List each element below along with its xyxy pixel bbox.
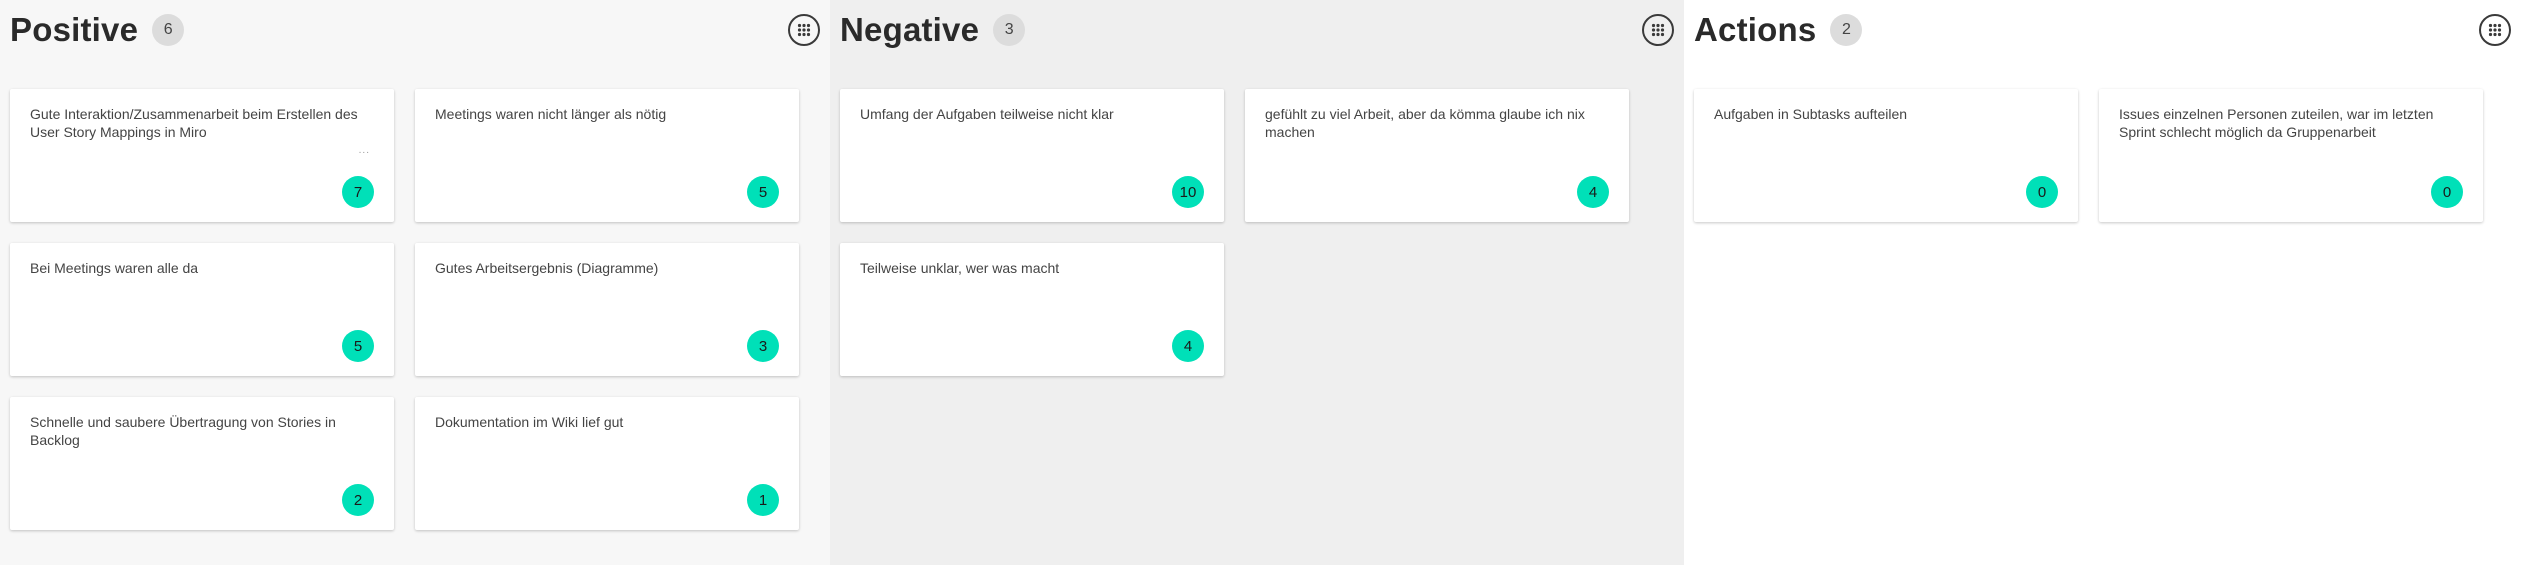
card-text: Umfang der Aufgaben teilweise nicht klar <box>860 106 1114 122</box>
card-text: Schnelle und saubere Übertragung von Sto… <box>30 414 336 448</box>
grid-menu-icon <box>2488 23 2502 37</box>
vote-badge[interactable]: 5 <box>342 330 374 362</box>
vote-badge[interactable]: 0 <box>2026 176 2058 208</box>
column-positive: Positive 6 Gute Interaktion/Zusammenarbe… <box>0 0 830 565</box>
card-text: Aufgaben in Subtasks aufteilen <box>1714 106 1908 122</box>
retro-card[interactable]: Umfang der Aufgaben teilweise nicht klar… <box>840 89 1224 222</box>
card-count-badge: 3 <box>993 14 1026 46</box>
column-header: Positive 6 <box>10 8 820 52</box>
vote-badge[interactable]: 10 <box>1172 176 1204 208</box>
column-actions: Actions 2 Aufgaben in Subtasks aufteilen… <box>1684 0 2521 565</box>
vote-badge[interactable]: 1 <box>747 484 779 516</box>
grid-menu-icon <box>797 23 811 37</box>
card-text: Issues einzelnen Personen zuteilen, war … <box>2119 106 2434 140</box>
card-list: Aufgaben in Subtasks aufteilen 0 Issues … <box>1694 89 2483 222</box>
vote-badge[interactable]: 4 <box>1172 330 1204 362</box>
card-count-badge: 2 <box>1830 14 1863 46</box>
retro-card[interactable]: Bei Meetings waren alle da 5 <box>10 243 394 376</box>
column-title: Actions <box>1694 11 1817 48</box>
column-header: Actions 2 <box>1694 8 2511 52</box>
retro-board: Positive 6 Gute Interaktion/Zusammenarbe… <box>0 0 2521 565</box>
vote-badge[interactable]: 7 <box>342 176 374 208</box>
grid-menu-icon <box>1651 23 1665 37</box>
column-title: Positive <box>10 11 139 48</box>
vote-badge[interactable]: 2 <box>342 484 374 516</box>
column-menu-button[interactable] <box>1642 14 1674 46</box>
card-text: Gute Interaktion/Zusammenarbeit beim Ers… <box>30 106 358 140</box>
vote-badge[interactable]: 0 <box>2431 176 2463 208</box>
card-text: Meetings waren nicht länger als nötig <box>435 106 667 122</box>
retro-card[interactable]: Meetings waren nicht länger als nötig 5 <box>415 89 799 222</box>
retro-card[interactable]: Gutes Arbeitsergebnis (Diagramme) 3 <box>415 243 799 376</box>
card-text: gefühlt zu viel Arbeit, aber da kömma gl… <box>1265 106 1585 140</box>
retro-card[interactable]: Teilweise unklar, wer was macht 4 <box>840 243 1224 376</box>
card-count-badge: 6 <box>152 14 185 46</box>
card-list: Umfang der Aufgaben teilweise nicht klar… <box>840 89 1629 376</box>
card-more-indicator: ... <box>358 145 370 156</box>
retro-card[interactable]: Aufgaben in Subtasks aufteilen 0 <box>1694 89 2078 222</box>
retro-card[interactable]: Dokumentation im Wiki lief gut 1 <box>415 397 799 530</box>
vote-badge[interactable]: 4 <box>1577 176 1609 208</box>
column-menu-button[interactable] <box>2479 14 2511 46</box>
card-text: Teilweise unklar, wer was macht <box>860 260 1060 276</box>
retro-card[interactable]: gefühlt zu viel Arbeit, aber da kömma gl… <box>1245 89 1629 222</box>
column-menu-button[interactable] <box>788 14 820 46</box>
retro-card[interactable]: Gute Interaktion/Zusammenarbeit beim Ers… <box>10 89 394 222</box>
card-text: Gutes Arbeitsergebnis (Diagramme) <box>435 260 659 276</box>
vote-badge[interactable]: 5 <box>747 176 779 208</box>
vote-badge[interactable]: 3 <box>747 330 779 362</box>
column-negative: Negative 3 Umfang der Aufgaben teilweise… <box>830 0 1684 565</box>
retro-card[interactable]: Issues einzelnen Personen zuteilen, war … <box>2099 89 2483 222</box>
card-list: Gute Interaktion/Zusammenarbeit beim Ers… <box>10 89 799 530</box>
card-text: Dokumentation im Wiki lief gut <box>435 414 624 430</box>
retro-card[interactable]: Schnelle und saubere Übertragung von Sto… <box>10 397 394 530</box>
column-header: Negative 3 <box>840 8 1674 52</box>
column-title: Negative <box>840 11 980 48</box>
card-text: Bei Meetings waren alle da <box>30 260 199 276</box>
